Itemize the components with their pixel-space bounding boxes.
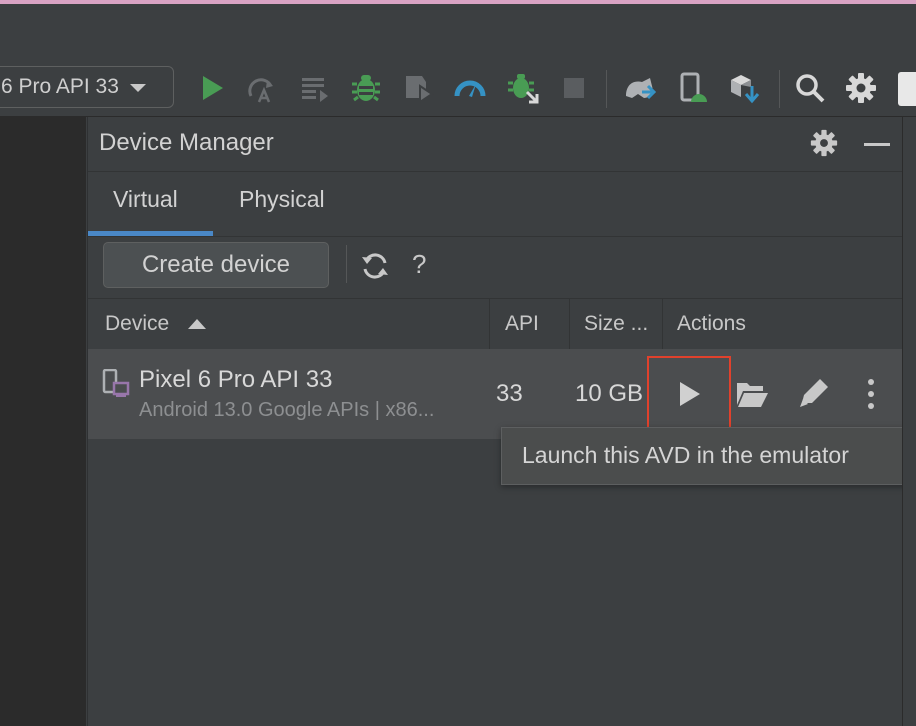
apply-code-changes-icon[interactable] [298,72,330,104]
sdk-manager-icon[interactable] [728,72,760,104]
device-api-level: 33 [496,380,523,407]
help-icon[interactable]: ? [412,249,426,280]
profile-icon[interactable] [454,72,486,104]
column-header-size[interactable]: Size ... [584,312,648,336]
stop-icon[interactable] [558,72,590,104]
panel-settings-icon[interactable] [810,129,838,157]
virtual-device-icon [102,369,130,397]
main-toolbar: 6 Pro API 33 [0,4,916,117]
column-header-api[interactable]: API [505,312,539,336]
debug-icon[interactable] [350,72,382,104]
launch-tooltip: Launch this AVD in the emulator [501,427,916,485]
apply-changes-icon[interactable] [245,72,277,104]
column-header-device[interactable]: Device [105,312,169,336]
edit-pencil-icon[interactable] [796,377,830,411]
settings-icon[interactable] [845,72,877,104]
toolbar-separator [346,245,347,283]
sort-ascending-icon [188,319,206,329]
debug-attach-icon[interactable] [507,72,539,104]
device-table-header: Device API Size ... Actions [88,298,902,350]
device-manager-icon[interactable] [677,72,709,104]
right-tool-strip [902,117,916,726]
tooltip-text: Launch this AVD in the emulator [522,442,849,468]
sync-gradle-icon[interactable] [624,72,656,104]
refresh-icon[interactable] [360,251,390,281]
column-separator [662,299,663,349]
device-selector-label: 6 Pro API 33 [1,75,119,98]
editor-gutter [0,117,86,726]
table-row[interactable]: Pixel 6 Pro API 33 Android 13.0 Google A… [88,349,902,439]
toolbar-separator [606,70,607,108]
play-icon [680,382,700,406]
tab-virtual[interactable]: Virtual [113,186,178,213]
device-details: Android 13.0 Google APIs | x86... [139,399,435,421]
chevron-down-icon [130,84,146,92]
launch-avd-button[interactable] [647,356,731,431]
device-size: 10 GB [575,380,644,407]
tab-physical[interactable]: Physical [239,186,325,213]
more-actions-icon[interactable] [854,377,888,411]
selected-tab-indicator [88,231,213,236]
create-device-button[interactable]: Create device [103,242,329,288]
column-header-actions: Actions [677,312,746,335]
attach-debugger-icon[interactable] [402,72,434,104]
device-name: Pixel 6 Pro API 33 [139,366,333,393]
toolbar-separator [779,70,780,108]
column-separator [569,299,570,349]
search-icon[interactable] [794,72,826,104]
device-type-tabs: Virtual Physical [88,171,902,237]
run-icon[interactable] [196,72,228,104]
show-on-disk-folder-icon[interactable] [735,377,769,411]
device-manager-panel: Device Manager Virtual Physical Create d… [87,117,916,726]
minimize-icon[interactable] [864,133,890,155]
device-selector[interactable]: 6 Pro API 33 [0,66,174,108]
column-separator [489,299,490,349]
panel-title: Device Manager [99,129,274,156]
avatar-icon[interactable] [898,72,916,106]
